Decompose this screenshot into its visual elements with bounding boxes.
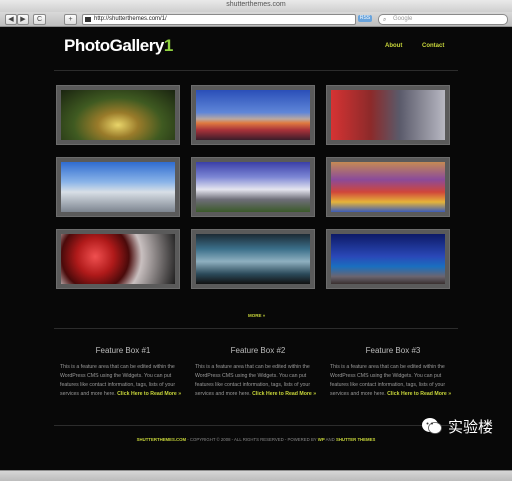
night-coast-photo: [331, 234, 445, 284]
header-divider: [54, 70, 458, 71]
gallery-thumb-tank[interactable]: [191, 229, 315, 289]
gallery-thumb-house[interactable]: [191, 157, 315, 217]
gallery-thumb-coast[interactable]: [326, 229, 450, 289]
favicon-icon: [85, 17, 91, 22]
rss-button[interactable]: RSS: [358, 15, 372, 22]
crowd-photo: [331, 162, 445, 212]
gallery-thumb-crowd[interactable]: [326, 157, 450, 217]
footer-copyright: - COPYRIGHT © 2008 - ALL RIGHTS RESERVED…: [186, 437, 318, 442]
search-placeholder: Google: [393, 16, 413, 22]
nav-contact[interactable]: Contact: [422, 43, 444, 49]
wechat-icon: [422, 418, 442, 434]
gallery-thumb-pier[interactable]: [56, 157, 180, 217]
gallery-divider: [54, 328, 458, 329]
feature-box-text: This is a feature area that can be edite…: [195, 363, 321, 399]
feature-box-2: Feature Box #2 This is a feature area th…: [195, 346, 321, 399]
footer-divider: [54, 425, 458, 426]
metal-tank-photo: [196, 234, 310, 284]
footer-themes-link[interactable]: SHUTTER THEMES: [336, 437, 375, 442]
feature-box-title: Feature Box #2: [230, 346, 286, 355]
gallery-thumb-mountain[interactable]: [191, 85, 315, 145]
mountain-lake-photo: [196, 90, 310, 140]
address-bar[interactable]: http://shutterthemes.com/1/: [82, 14, 356, 25]
red-bowls-photo: [61, 234, 175, 284]
forward-button[interactable]: ▶: [17, 14, 29, 25]
feature-box-title: Feature Box #3: [365, 346, 421, 355]
watermark: 实验楼: [420, 414, 506, 438]
status-bar: [0, 470, 512, 481]
read-more-link[interactable]: Click Here to Read More »: [252, 391, 316, 397]
back-button[interactable]: ◀: [5, 14, 17, 25]
footer-site-link[interactable]: SHUTTERTHEMES.COM: [137, 437, 186, 442]
browser-toolbar: ◀ ▶ C + http://shutterthemes.com/1/ RSS …: [0, 12, 512, 27]
add-bookmark-button[interactable]: +: [64, 14, 77, 25]
window-title: shutterthemes.com: [226, 1, 286, 8]
watermark-text: 实验楼: [448, 419, 494, 436]
more-link[interactable]: MORE »: [248, 313, 265, 318]
reload-button[interactable]: C: [33, 14, 46, 25]
feature-box-3: Feature Box #3 This is a feature area th…: [330, 346, 456, 399]
fire-truck-photo: [331, 90, 445, 140]
gallery-thumb-tunnel[interactable]: [56, 85, 180, 145]
logo-number: 1: [163, 36, 173, 55]
feature-box-title: Feature Box #1: [95, 346, 151, 355]
read-more-link[interactable]: Click Here to Read More »: [387, 391, 451, 397]
tunnel-photo: [61, 90, 175, 140]
search-icon: ⌕: [383, 17, 387, 23]
house-photo: [196, 162, 310, 212]
pier-photo: [61, 162, 175, 212]
feature-box-text: This is a feature area that can be edite…: [60, 363, 186, 399]
read-more-link[interactable]: Click Here to Read More »: [117, 391, 181, 397]
nav-about[interactable]: About: [385, 43, 402, 49]
feature-box-1: Feature Box #1 This is a feature area th…: [60, 346, 186, 399]
web-page: PhotoGallery1 About Contact MORE » Featu…: [0, 27, 512, 480]
search-input[interactable]: ⌕ Google: [378, 14, 508, 25]
logo-text: PhotoGallery: [64, 36, 164, 55]
feature-box-text: This is a feature area that can be edite…: [330, 363, 456, 399]
footer-and: AND: [324, 437, 336, 442]
site-logo[interactable]: PhotoGallery1: [64, 36, 173, 56]
url-text: http://shutterthemes.com/1/: [94, 16, 167, 22]
gallery-thumb-bowls[interactable]: [56, 229, 180, 289]
gallery-thumb-firetruck[interactable]: [326, 85, 450, 145]
footer-wp-link[interactable]: WP: [318, 437, 325, 442]
